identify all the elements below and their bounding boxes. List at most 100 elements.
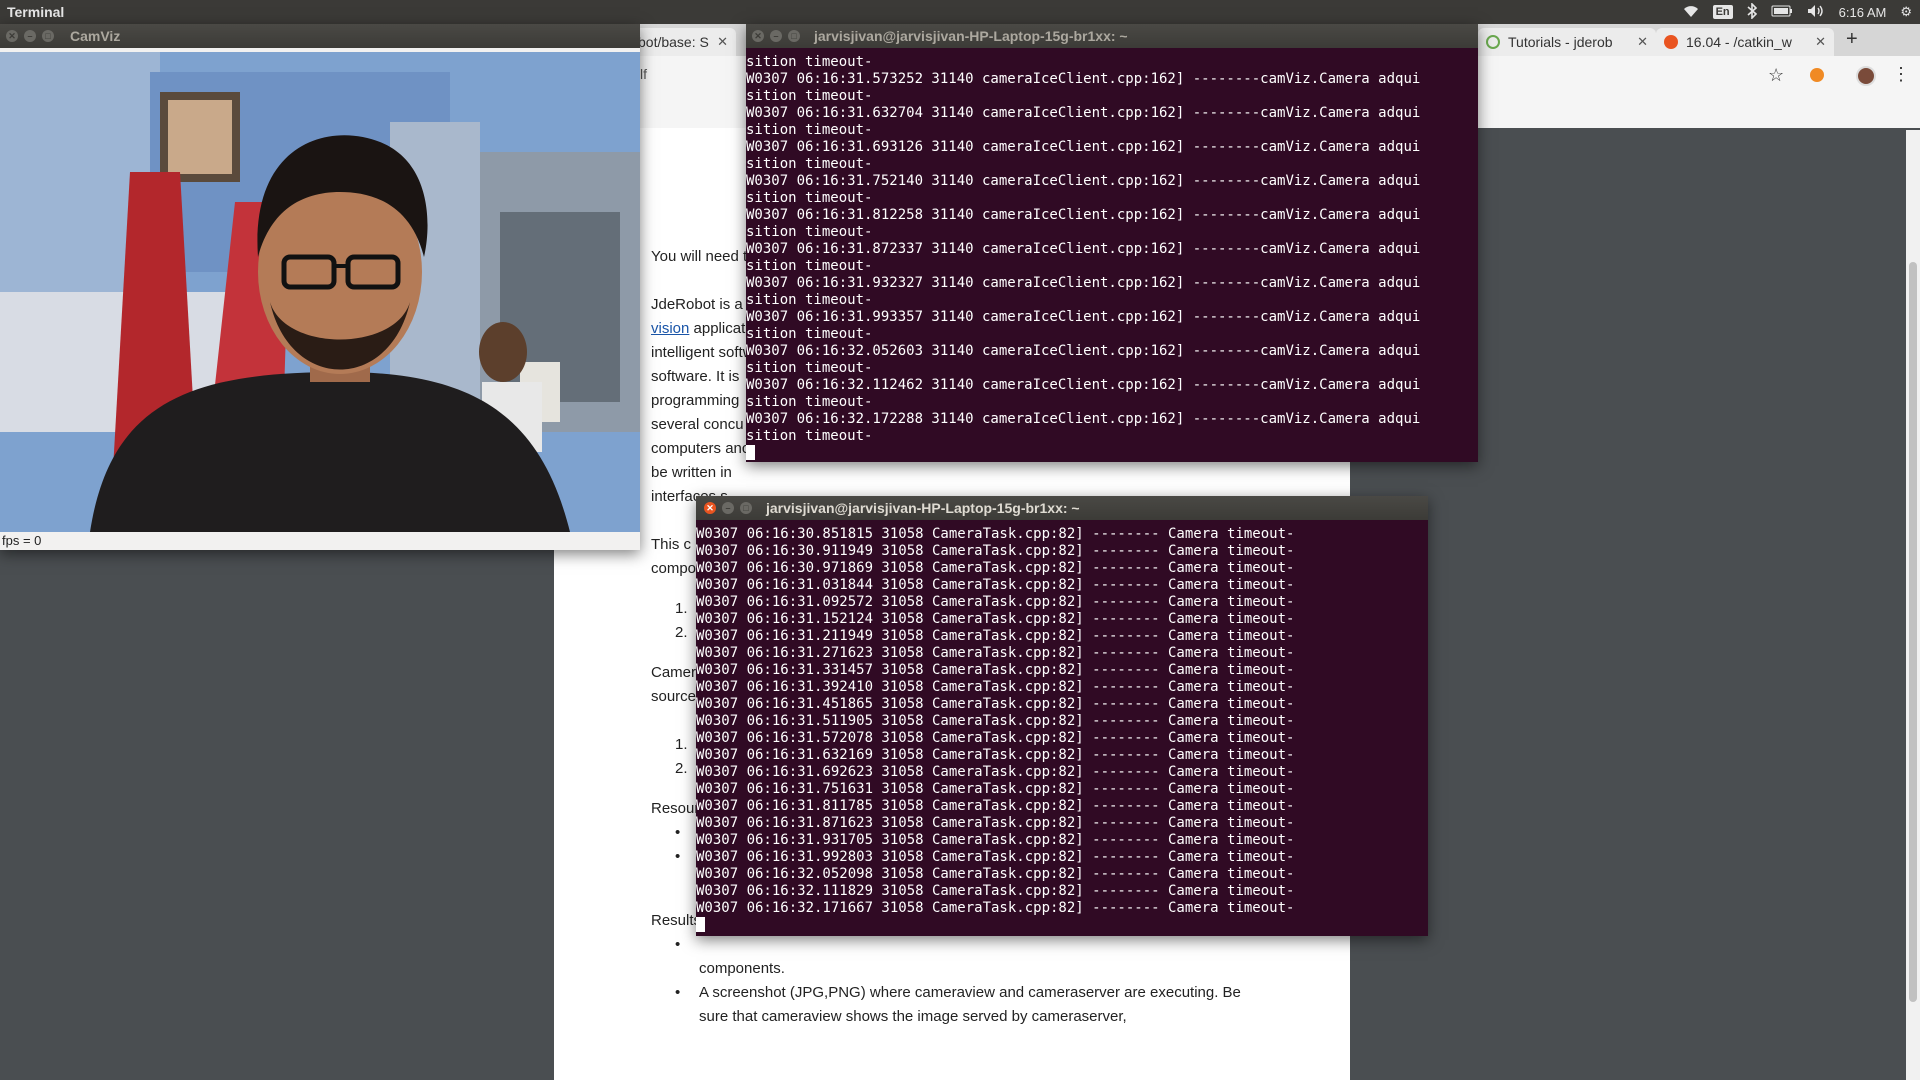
tab-close-icon[interactable]: ✕: [1809, 34, 1826, 50]
maximize-icon[interactable]: □: [42, 30, 54, 42]
terminal-line: W0307 06:16:31.152124 31058 CameraTask.c…: [696, 611, 1295, 627]
maximize-icon[interactable]: □: [788, 30, 800, 42]
webcam-frame-illustration: [0, 52, 640, 532]
close-icon[interactable]: ✕: [704, 502, 716, 514]
battery-icon[interactable]: [1771, 5, 1793, 20]
terminal-line: W0307 06:16:31.932327 31140 cameraIceCli…: [746, 275, 1421, 291]
terminal-line: W0307 06:16:32.171667 31058 CameraTask.c…: [696, 900, 1295, 916]
terminal-line: W0307 06:16:31.451865 31058 CameraTask.c…: [696, 696, 1295, 712]
bookmark-star-icon[interactable]: ☆: [1768, 65, 1784, 86]
terminal-line: W0307 06:16:31.573252 31140 cameraIceCli…: [746, 71, 1421, 87]
browser-menu-icon[interactable]: ⋮: [1892, 64, 1910, 85]
doc-line: vision applicat: [651, 317, 745, 341]
terminal-line: W0307 06:16:32.172288 31140 cameraIceCli…: [746, 411, 1421, 427]
terminal-line: W0307 06:16:31.931705 31058 CameraTask.c…: [696, 832, 1295, 848]
extension-icon[interactable]: [1810, 68, 1824, 82]
terminal-line: sition timeout-: [746, 394, 873, 410]
terminal-line: W0307 06:16:31.693126 31140 cameraIceCli…: [746, 139, 1421, 155]
bullet: •: [675, 984, 681, 1001]
minimize-icon[interactable]: –: [770, 30, 782, 42]
terminal-line: W0307 06:16:31.812258 31140 cameraIceCli…: [746, 207, 1421, 223]
system-tray: En 6:16 AM ⚙: [1683, 0, 1920, 24]
scrollbar-thumb[interactable]: [1909, 262, 1917, 1002]
terminal-line: W0307 06:16:31.271623 31058 CameraTask.c…: [696, 645, 1295, 661]
bluetooth-icon[interactable]: [1747, 1, 1757, 22]
fps-label: fps = 0: [2, 533, 42, 548]
results-heading: Results: [651, 912, 702, 929]
terminal-line: W0307 06:16:31.211949 31058 CameraTask.c…: [696, 628, 1295, 644]
terminal-line: W0307 06:16:31.811785 31058 CameraTask.c…: [696, 798, 1295, 814]
terminal-line: W0307 06:16:31.572078 31058 CameraTask.c…: [696, 730, 1295, 746]
settings-gear-icon[interactable]: ⚙: [1900, 4, 1912, 20]
camviz-titlebar[interactable]: ✕ – □ CamViz: [0, 24, 640, 48]
text-cursor: [696, 917, 705, 932]
terminal-line: W0307 06:16:30.911949 31058 CameraTask.c…: [696, 543, 1295, 559]
tab-label: Tutorials - jderob: [1508, 34, 1613, 50]
profile-avatar[interactable]: [1856, 66, 1876, 86]
terminal-2-titlebar[interactable]: ✕ – □ jarvisjivan@jarvisjivan-HP-Laptop-…: [696, 496, 1428, 520]
close-icon[interactable]: ✕: [6, 30, 18, 42]
text-cursor: [746, 445, 755, 460]
camviz-window: ✕ – □ CamViz fps = 0: [0, 24, 640, 550]
doc-text: computers anc: [651, 440, 750, 457]
terminal-line: sition timeout-: [746, 326, 873, 342]
vision-link[interactable]: vision: [651, 320, 689, 337]
tab-askubuntu[interactable]: 16.04 - /catkin_w ✕: [1656, 28, 1834, 56]
doc-text: source: [651, 688, 697, 705]
maximize-icon[interactable]: □: [740, 502, 752, 514]
terminal-prompt-line: [746, 445, 1478, 462]
window-title: jarvisjivan@jarvisjivan-HP-Laptop-15g-br…: [766, 500, 1080, 516]
camera-image: [0, 52, 640, 532]
tab-close-icon[interactable]: ✕: [1631, 34, 1648, 50]
terminal-line: W0307 06:16:31.092572 31058 CameraTask.c…: [696, 594, 1295, 610]
volume-icon[interactable]: [1807, 4, 1825, 21]
tab-tutorials[interactable]: Tutorials - jderob ✕: [1478, 28, 1656, 56]
terminal-line: sition timeout-: [746, 122, 873, 138]
new-tab-button[interactable]: +: [1846, 28, 1858, 51]
terminal-line: sition timeout-: [746, 360, 873, 376]
terminal-line: W0307 06:16:31.692623 31058 CameraTask.c…: [696, 764, 1295, 780]
top-panel: Terminal En 6:16 AM ⚙: [0, 0, 1920, 24]
terminal-line: W0307 06:16:31.511905 31058 CameraTask.c…: [696, 713, 1295, 729]
page-scrollbar[interactable]: [1906, 130, 1920, 1080]
terminal-2-output[interactable]: W0307 06:16:30.851815 31058 CameraTask.c…: [696, 526, 1428, 936]
doc-text: sure that cameraview shows the image ser…: [699, 1008, 1127, 1025]
terminal-line: sition timeout-: [746, 428, 873, 444]
terminal-line: W0307 06:16:31.331457 31058 CameraTask.c…: [696, 662, 1295, 678]
minimize-icon[interactable]: –: [24, 30, 36, 42]
address-bar[interactable]: lf: [640, 66, 647, 82]
keyboard-layout-indicator[interactable]: En: [1712, 5, 1733, 19]
terminal-line: sition timeout-: [746, 258, 873, 274]
page-icon: [1486, 35, 1500, 49]
terminal-line: sition timeout-: [746, 224, 873, 240]
terminal-line: sition timeout-: [746, 292, 873, 308]
doc-text: components.: [699, 960, 785, 977]
tab-close-icon[interactable]: ✕: [711, 34, 728, 50]
terminal-line: W0307 06:16:32.052603 31140 cameraIceCli…: [746, 343, 1421, 359]
wifi-icon[interactable]: [1683, 4, 1699, 21]
doc-text: programming: [651, 392, 740, 409]
terminal-line: W0307 06:16:32.111829 31058 CameraTask.c…: [696, 883, 1295, 899]
doc-text: several concu: [651, 416, 744, 433]
minimize-icon[interactable]: –: [722, 502, 734, 514]
doc-text: be written in: [651, 464, 732, 481]
terminal-line: W0307 06:16:32.112462 31140 cameraIceCli…: [746, 377, 1421, 393]
terminal-window-2: ✕ – □ jarvisjivan@jarvisjivan-HP-Laptop-…: [696, 496, 1428, 936]
terminal-line: sition timeout-: [746, 54, 873, 70]
terminal-1-titlebar[interactable]: ✕ – □ jarvisjivan@jarvisjivan-HP-Laptop-…: [746, 24, 1478, 48]
terminal-window-1: ✕ – □ jarvisjivan@jarvisjivan-HP-Laptop-…: [746, 24, 1478, 462]
doc-text: A screenshot (JPG,PNG) where cameraview …: [699, 984, 1241, 1001]
terminal-prompt-line: [696, 917, 1428, 934]
tab-base[interactable]: bot/base: S ✕: [630, 28, 736, 56]
doc-text: compo: [651, 560, 697, 577]
askubuntu-icon: [1664, 35, 1678, 49]
close-icon[interactable]: ✕: [752, 30, 764, 42]
doc-text: Camer: [651, 664, 697, 681]
terminal-line: W0307 06:16:32.052098 31058 CameraTask.c…: [696, 866, 1295, 882]
terminal-line: W0307 06:16:31.392410 31058 CameraTask.c…: [696, 679, 1295, 695]
resources-heading: Resour: [651, 800, 700, 817]
terminal-line: W0307 06:16:31.992803 31058 CameraTask.c…: [696, 849, 1295, 865]
list-number: 2.: [675, 760, 688, 777]
terminal-1-output[interactable]: sition timeout- W0307 06:16:31.573252 311…: [746, 54, 1478, 462]
clock[interactable]: 6:16 AM: [1839, 5, 1887, 20]
